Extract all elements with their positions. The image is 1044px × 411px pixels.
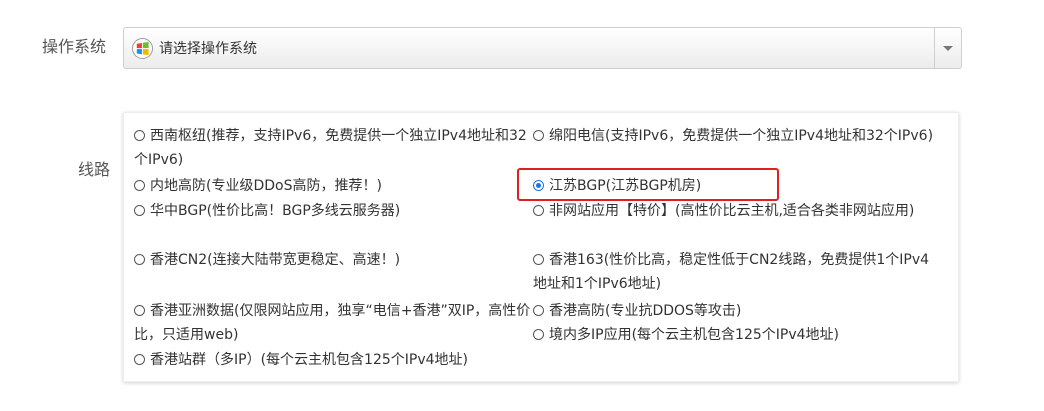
line-option-label: 香港CN2(连接大陆带宽更稳定、高速！) (150, 252, 401, 268)
line-option-huazhong-bgp[interactable]: 华中BGP(性价比高！BGP多线云服务器) (134, 199, 532, 223)
line-option-neidi-gaofang[interactable]: 内地高防(专业级DDoS高防，推荐！) (134, 174, 532, 198)
radio-icon[interactable] (134, 129, 145, 141)
line-option-label: 华中BGP(性价比高！BGP多线云服务器) (150, 203, 401, 219)
line-option-label: 香港站群（多IP）(每个云主机包含125个IPv4地址) (150, 352, 468, 368)
radio-icon[interactable] (533, 253, 544, 265)
line-option-hk-gaofang[interactable]: 香港高防(专业抗DDOS等攻击) (533, 299, 937, 323)
os-dropdown-toggle[interactable] (934, 28, 961, 68)
radio-icon[interactable] (134, 304, 145, 316)
line-option-jingnei-multi-ip[interactable]: 境内多IP应用(每个云主机包含125个IPv4地址) (533, 323, 937, 347)
radio-icon[interactable] (134, 253, 145, 265)
os-select[interactable]: 请选择操作系统 (123, 27, 962, 69)
line-option-label: 香港亚洲数据(仅限网站应用，独享“电信+香港”双IP，高性价比，只适用web) (134, 303, 531, 343)
line-option-hk-163[interactable]: 香港163(性价比高，稳定性低于CN2线路，免费提供1个IPv4地址和1个IPv… (533, 248, 937, 296)
selection-highlight-box (517, 168, 779, 201)
os-label: 操作系统 (42, 37, 107, 56)
radio-icon[interactable] (134, 204, 145, 216)
radio-icon[interactable] (533, 129, 544, 141)
line-option-label: 香港163(性价比高，稳定性低于CN2线路，免费提供1个IPv4地址和1个IPv… (533, 252, 930, 292)
radio-icon[interactable] (533, 328, 544, 340)
windows-logo-icon (132, 38, 153, 59)
line-option-xinan[interactable]: 西南枢纽(推荐，支持IPv6，免费提供一个独立IPv4地址和32个IPv6) (134, 124, 532, 172)
line-option-label: 香港高防(专业抗DDOS等攻击) (549, 303, 742, 319)
line-option-hk-cn2[interactable]: 香港CN2(连接大陆带宽更稳定、高速！) (134, 248, 532, 272)
line-option-label: 绵阳电信(支持IPv6，免费提供一个独立IPv4地址和32个IPv6) (549, 128, 934, 144)
radio-icon[interactable] (533, 304, 544, 316)
line-option-fei-wangzhan[interactable]: 非网站应用【特价】(高性价比云主机,适合各类非网站应用) (533, 199, 937, 223)
radio-icon[interactable] (134, 179, 145, 191)
line-option-hk-zhanqun[interactable]: 香港站群（多IP）(每个云主机包含125个IPv4地址) (134, 348, 532, 372)
os-select-value: 请选择操作系统 (159, 41, 257, 57)
line-option-label: 内地高防(专业级DDoS高防，推荐！) (150, 178, 382, 194)
line-label: 线路 (78, 160, 111, 179)
line-option-label: 非网站应用【特价】(高性价比云主机,适合各类非网站应用) (549, 203, 915, 219)
radio-icon[interactable] (134, 353, 145, 365)
chevron-down-icon (943, 46, 953, 51)
line-option-label: 西南枢纽(推荐，支持IPv6，免费提供一个独立IPv4地址和32个IPv6) (134, 128, 527, 168)
line-option-mianyang[interactable]: 绵阳电信(支持IPv6，免费提供一个独立IPv4地址和32个IPv6) (533, 124, 937, 148)
line-option-hk-asia-data[interactable]: 香港亚洲数据(仅限网站应用，独享“电信+香港”双IP，高性价比，只适用web) (134, 299, 532, 347)
radio-icon[interactable] (533, 204, 544, 216)
line-option-label: 境内多IP应用(每个云主机包含125个IPv4地址) (549, 327, 839, 343)
